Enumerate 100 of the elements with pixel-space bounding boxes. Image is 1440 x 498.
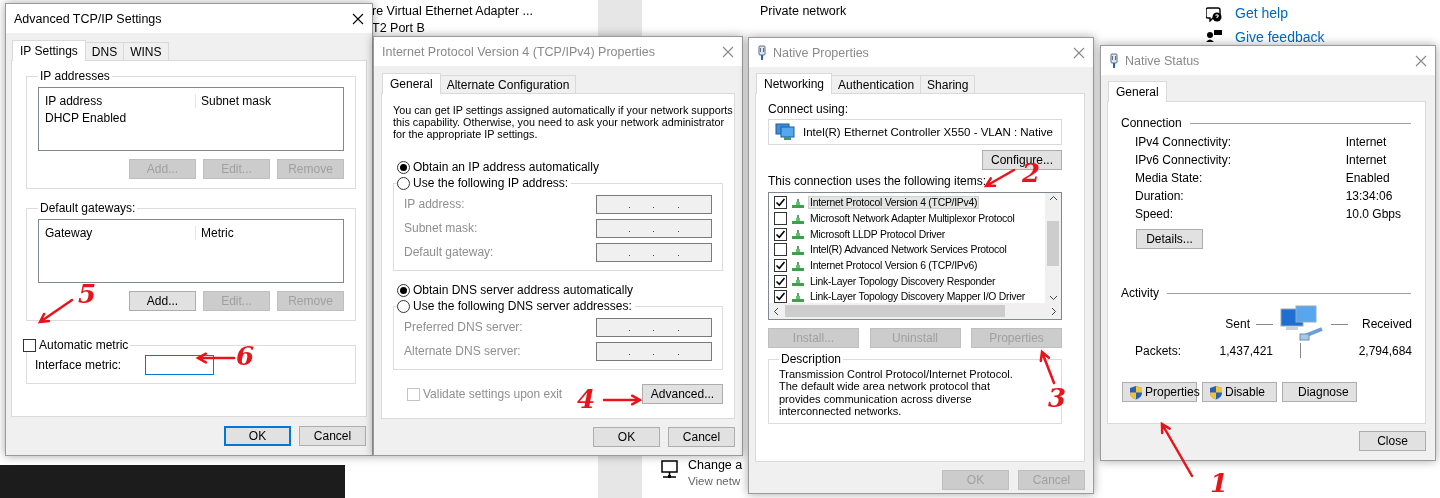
section-label: Connect using:: [768, 102, 850, 116]
list-item[interactable]: Microsoft LLDP Protocol Driver: [809, 228, 946, 240]
annotation-number: 3: [1048, 385, 1067, 411]
radio-button[interactable]: [397, 160, 410, 174]
computer-icon: [775, 123, 795, 141]
checkbox[interactable]: [774, 274, 787, 288]
column-header[interactable]: Gateway: [45, 225, 195, 240]
radio-label: Obtain an IP address automatically: [413, 160, 599, 174]
shield-icon: [1209, 384, 1223, 400]
diagnose-button[interactable]: Diagnose: [1282, 382, 1357, 402]
column-label: Received: [1362, 317, 1413, 331]
network-protocol-icon: [791, 228, 805, 241]
field-label: IP address:: [404, 197, 465, 211]
close-button[interactable]: Close: [1359, 431, 1426, 451]
ok-button[interactable]: OK: [224, 426, 291, 446]
ok-button[interactable]: OK: [593, 427, 660, 447]
tab[interactable]: General: [1108, 81, 1167, 102]
column-header[interactable]: Metric: [195, 225, 343, 240]
scrollbar[interactable]: [769, 303, 1061, 319]
radio-button[interactable]: [397, 299, 410, 313]
network-protocol-icon: [791, 243, 805, 256]
window-title: Advanced TCP/IP Settings: [14, 11, 163, 26]
list-item[interactable]: Link-Layer Topology Discovery Responder: [809, 275, 997, 287]
table-cell-text: DHCP Enabled: [45, 111, 128, 125]
details-button[interactable]: Details...: [1136, 229, 1203, 249]
checkbox[interactable]: [774, 227, 787, 241]
network-protocol-icon: [791, 196, 805, 209]
checkbox[interactable]: [23, 338, 36, 352]
field-value: 10.0 Gbps: [1345, 206, 1401, 223]
column-header[interactable]: IP address: [45, 93, 195, 108]
column-header[interactable]: Subnet mask: [195, 93, 343, 108]
field-label: Interface metric:: [35, 358, 123, 372]
field-label: IPv4 Connectivity:: [1135, 134, 1233, 151]
field-label: IPv6 Connectivity:: [1135, 152, 1233, 169]
list-item[interactable]: Link-Layer Topology Discovery Mapper I/O Driver: [809, 291, 1026, 303]
scrollbar[interactable]: [1045, 193, 1061, 303]
tab[interactable]: IP Settings: [12, 40, 86, 61]
network-adapter-icon: [1109, 52, 1119, 69]
annotation-number: 1: [1210, 470, 1229, 496]
scroll-down-icon[interactable]: [1048, 295, 1058, 301]
checkbox[interactable]: [774, 196, 787, 210]
scroll-up-icon[interactable]: [1048, 195, 1058, 201]
group-label: Default gateways:: [40, 201, 136, 215]
cancel-button[interactable]: Cancel: [299, 426, 366, 446]
window-title: Internet Protocol Version 4 (TCP/IPv4) Properties: [382, 44, 657, 59]
input-field[interactable]: [145, 355, 214, 375]
list-item[interactable]: Internet Protocol Version 4 (TCP/IPv4): [809, 197, 979, 209]
adapter-name: Intel(R) Ethernet Controller X550 - VLAN : Native: [803, 126, 1053, 138]
list-item[interactable]: Microsoft Network Adapter Multiplexor Protocol: [809, 213, 1016, 225]
feedback-link[interactable]: Give feedback: [1235, 29, 1325, 45]
network-protocol-icon: [791, 259, 805, 272]
scroll-right-icon[interactable]: [1051, 306, 1057, 316]
annotation-number: 6: [236, 343, 255, 369]
checkbox[interactable]: [774, 259, 787, 273]
window-title: Native Status: [1125, 53, 1201, 68]
close-icon[interactable]: [352, 12, 364, 25]
feedback-icon: [1206, 30, 1222, 42]
radio-button[interactable]: [397, 283, 410, 297]
group-label: Description: [781, 352, 842, 366]
tab[interactable]: Networking: [756, 73, 833, 94]
checkbox[interactable]: [774, 243, 787, 257]
list-item[interactable]: Intel(R) Advanced Network Services Protocol: [809, 244, 1008, 256]
checkbox-label: Validate settings upon exit: [423, 387, 563, 401]
tab[interactable]: General: [382, 73, 441, 94]
setting-description: View netw: [688, 475, 741, 487]
annotation-number: 5: [78, 281, 97, 307]
help-icon: [1206, 6, 1222, 22]
list-item[interactable]: Internet Protocol Version 6 (TCP/IPv6): [809, 260, 979, 272]
field-value: 2,794,684: [1357, 343, 1413, 358]
group-label: IP addresses: [40, 69, 110, 83]
add-button[interactable]: Add...: [129, 291, 196, 311]
checkbox[interactable]: [774, 212, 787, 226]
radio-button[interactable]: [397, 176, 410, 190]
tab[interactable]: Alternate Configuration: [439, 75, 577, 93]
field-label: Packets:: [1135, 343, 1183, 358]
cancel-button[interactable]: Cancel: [668, 427, 735, 447]
field-value: Internet: [1345, 152, 1388, 169]
field-label: Media State:: [1135, 170, 1204, 187]
scroll-left-icon[interactable]: [773, 306, 779, 316]
disable-button[interactable]: Disable: [1202, 382, 1277, 402]
field-label: Subnet mask:: [404, 221, 478, 235]
annotation-number: 4: [577, 386, 596, 412]
field-label: Speed:: [1135, 206, 1175, 223]
radio-label: Use the following DNS server addresses:: [413, 299, 632, 313]
radio-label: Obtain DNS server address automatically: [413, 283, 634, 297]
field-value: Enabled: [1345, 170, 1391, 187]
window-title: Native Properties: [773, 45, 870, 60]
field-label: Default gateway:: [404, 245, 494, 259]
monitor-icon: [660, 460, 680, 480]
adapter-name: re Virtual Ethernet Adapter ...: [372, 4, 533, 18]
checkbox[interactable]: [774, 290, 787, 303]
tab[interactable]: Sharing: [920, 75, 976, 93]
network-protocol-icon: [791, 290, 805, 303]
section-label: This connection uses the following items:: [768, 174, 987, 188]
advanced-button[interactable]: Advanced...: [642, 384, 723, 404]
section-heading: Activity: [1121, 286, 1159, 300]
shield-icon: [1129, 384, 1143, 400]
tab[interactable]: WINS: [123, 42, 169, 60]
computers-icon: [1278, 305, 1326, 343]
help-link[interactable]: Get help: [1235, 5, 1288, 21]
